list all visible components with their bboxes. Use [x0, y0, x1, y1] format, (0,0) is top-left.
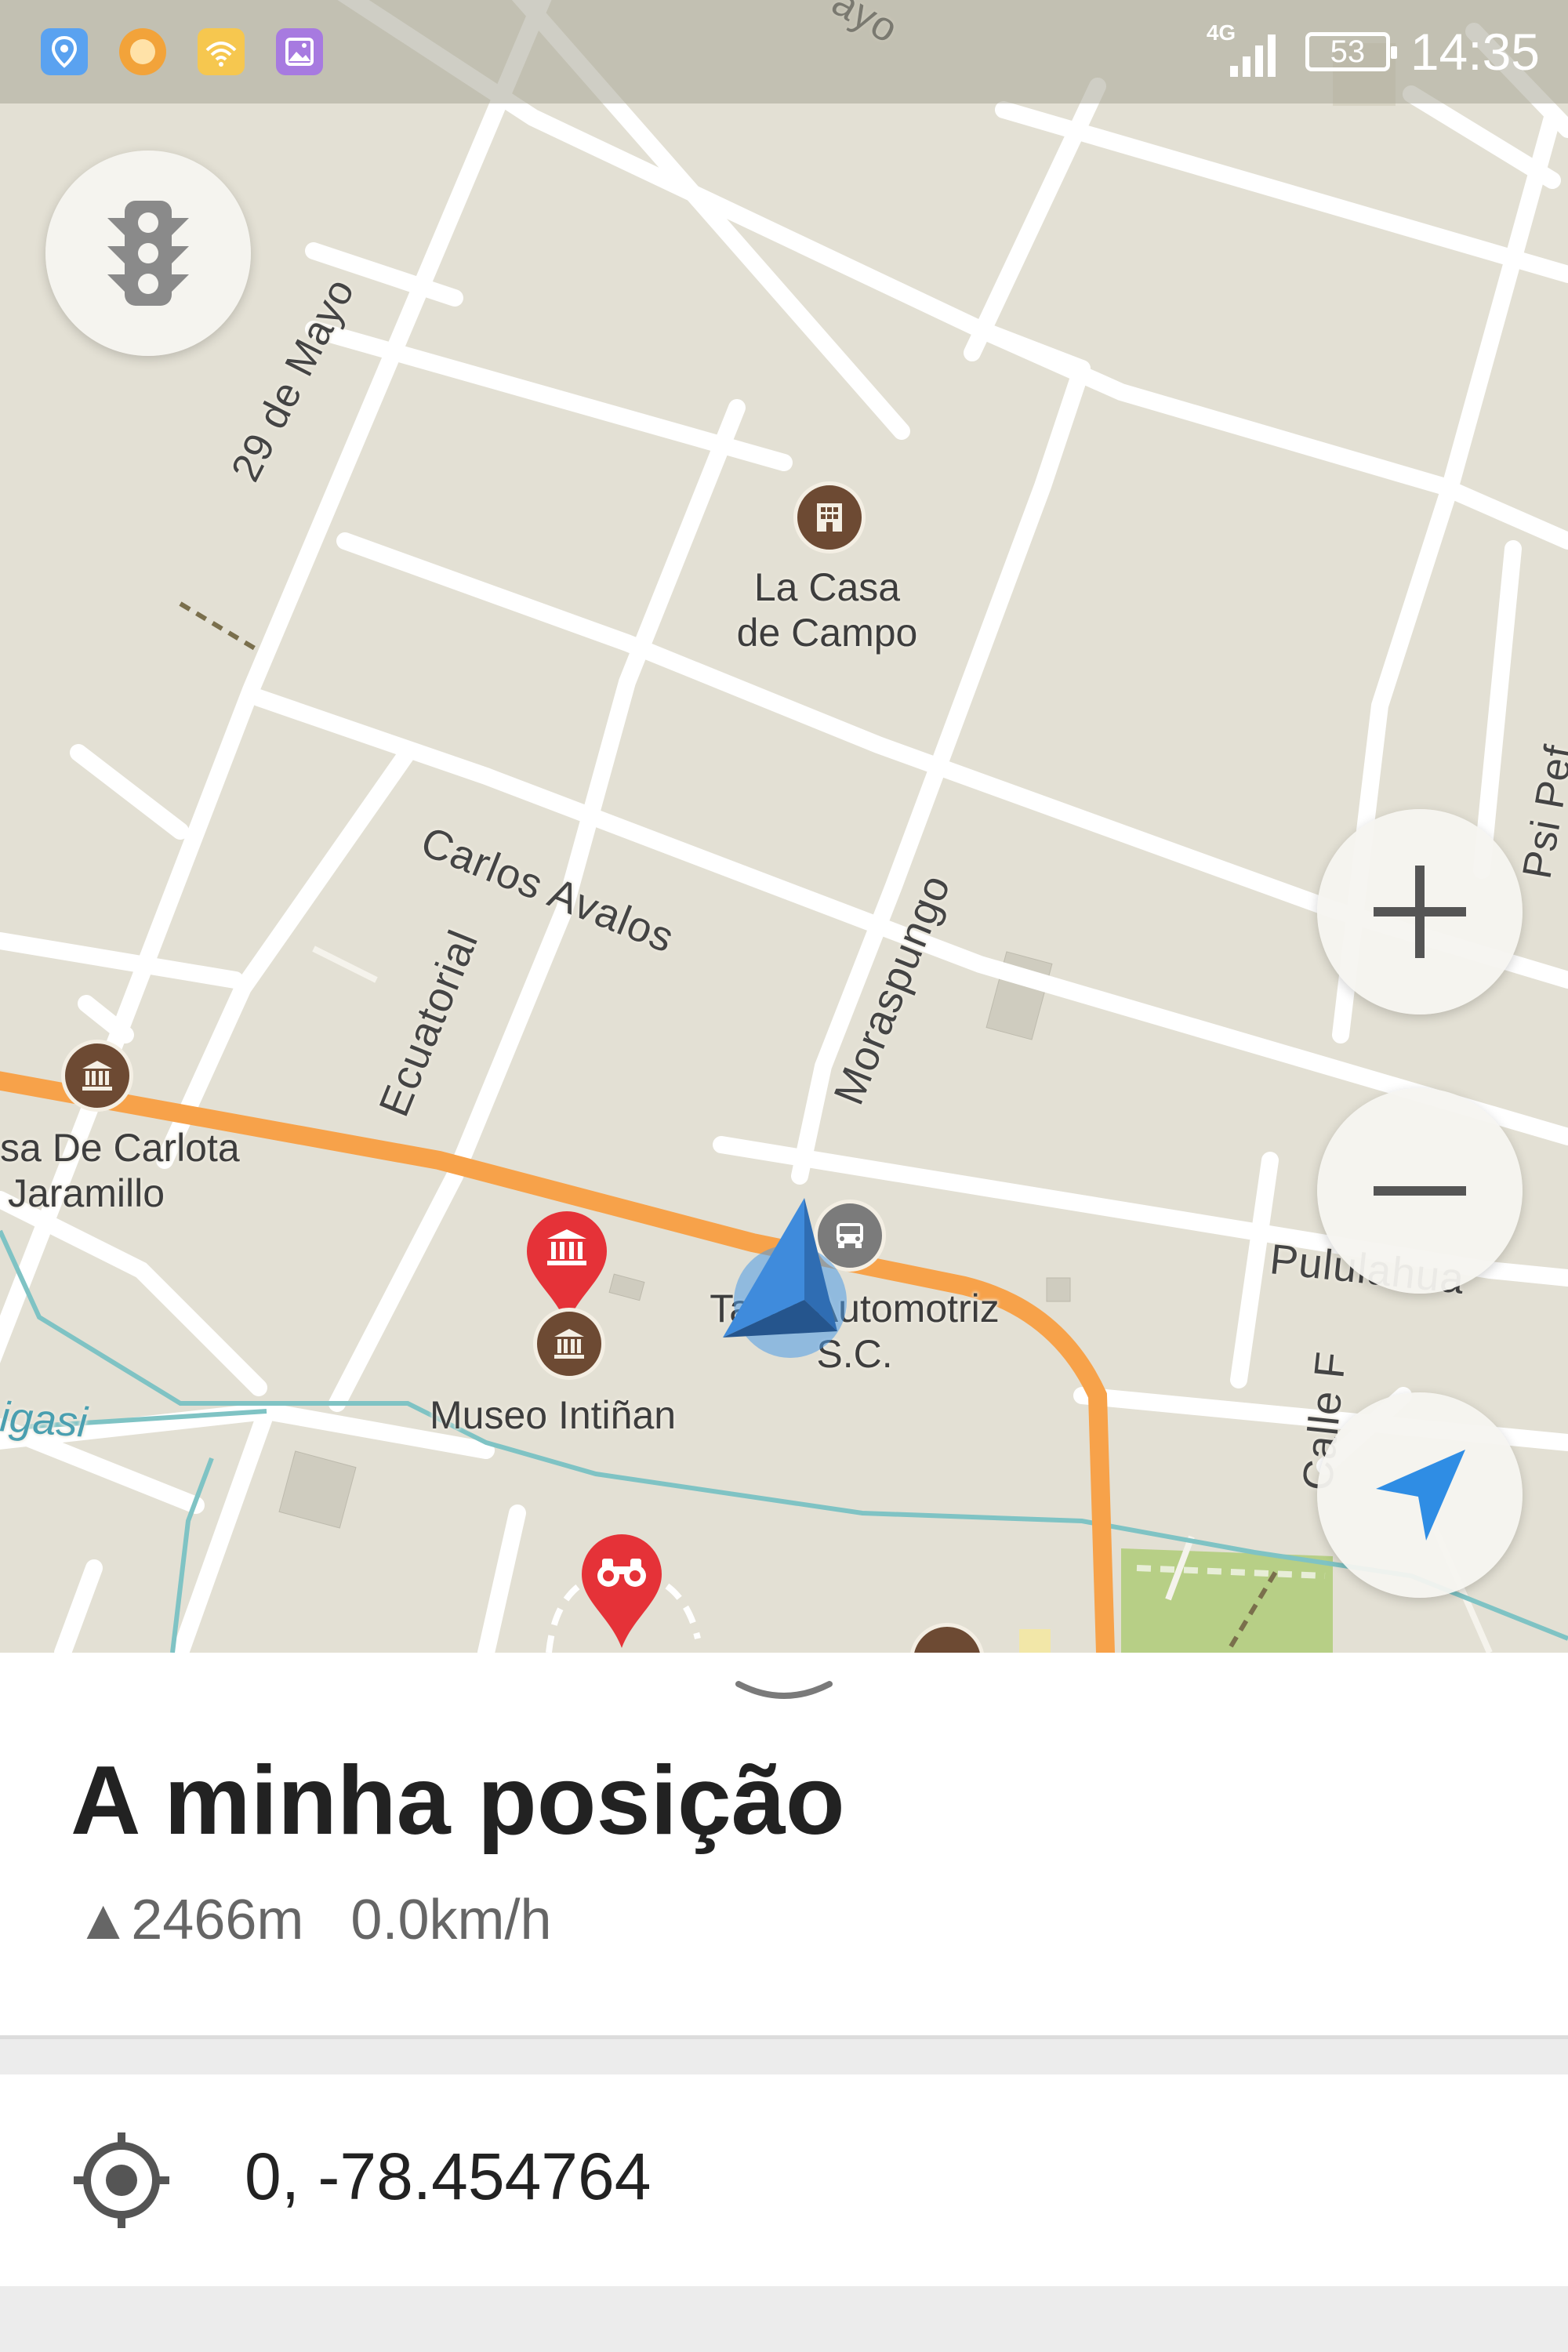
- water-label-ingasi: igasi: [0, 1393, 89, 1446]
- building: [278, 1450, 357, 1529]
- traffic-light-icon: [107, 201, 189, 306]
- coordinates-text[interactable]: 0, -78.454764: [245, 2139, 651, 2215]
- hotel-poi-icon[interactable]: [793, 481, 866, 554]
- signal-icon: 4G: [1207, 20, 1285, 83]
- orange-app-icon: [119, 28, 166, 75]
- museum-poi-icon[interactable]: [61, 1040, 133, 1112]
- minus-icon: [1374, 1186, 1466, 1196]
- traffic-toggle-button[interactable]: [45, 151, 251, 356]
- building: [1046, 1277, 1071, 1302]
- sheet-header: A minha posição ▲2466m 0.0km/h: [0, 1653, 1568, 2039]
- coordinates-row[interactable]: 0, -78.454764: [0, 2074, 1568, 2286]
- status-time: 14:35: [1410, 23, 1540, 81]
- museum-poi-icon[interactable]: [533, 1308, 605, 1380]
- chevron-down-icon[interactable]: [734, 1676, 834, 1715]
- battery-indicator: 53: [1305, 32, 1397, 71]
- crosshair-icon: [71, 2129, 172, 2235]
- navigate-arrow-icon: [1376, 1450, 1465, 1541]
- speed-value: 0.0km/h: [350, 1889, 552, 1951]
- place-title: A minha posição: [71, 1747, 845, 1855]
- poi-label-museo-intinan[interactable]: Museo Intiñan: [430, 1392, 676, 1438]
- current-position-marker: [720, 1192, 861, 1364]
- poi-label-la-casa-de-campo[interactable]: La Casa de Campo: [706, 564, 949, 655]
- building: [608, 1273, 645, 1301]
- viewpoint-pin-icon[interactable]: [579, 1530, 665, 1653]
- place-subtitle: ▲2466m 0.0km/h: [75, 1888, 552, 1952]
- plus-icon: [1374, 866, 1466, 958]
- wifi-share-icon: [198, 28, 245, 75]
- poi-label-carlota-jaramillo[interactable]: sa De Carlota Jaramillo: [0, 1125, 240, 1216]
- map-view[interactable]: ayo 29 de Mayo Carlos Avalos Ecuatorial …: [0, 0, 1568, 1653]
- gallery-icon: [276, 28, 323, 75]
- my-location-button[interactable]: [1317, 1392, 1523, 1598]
- zoom-out-button[interactable]: [1317, 1088, 1523, 1294]
- maps-notification-icon: [41, 28, 88, 75]
- park-area: [1121, 1548, 1333, 1653]
- park-poi-icon[interactable]: [1019, 1629, 1051, 1653]
- place-info-sheet: A minha posição ▲2466m 0.0km/h 0, -78.45…: [0, 1653, 1568, 2352]
- altitude-value: ▲2466m: [75, 1889, 304, 1951]
- zoom-in-button[interactable]: [1317, 809, 1523, 1014]
- status-bar: 4G 53 14:35: [0, 0, 1568, 103]
